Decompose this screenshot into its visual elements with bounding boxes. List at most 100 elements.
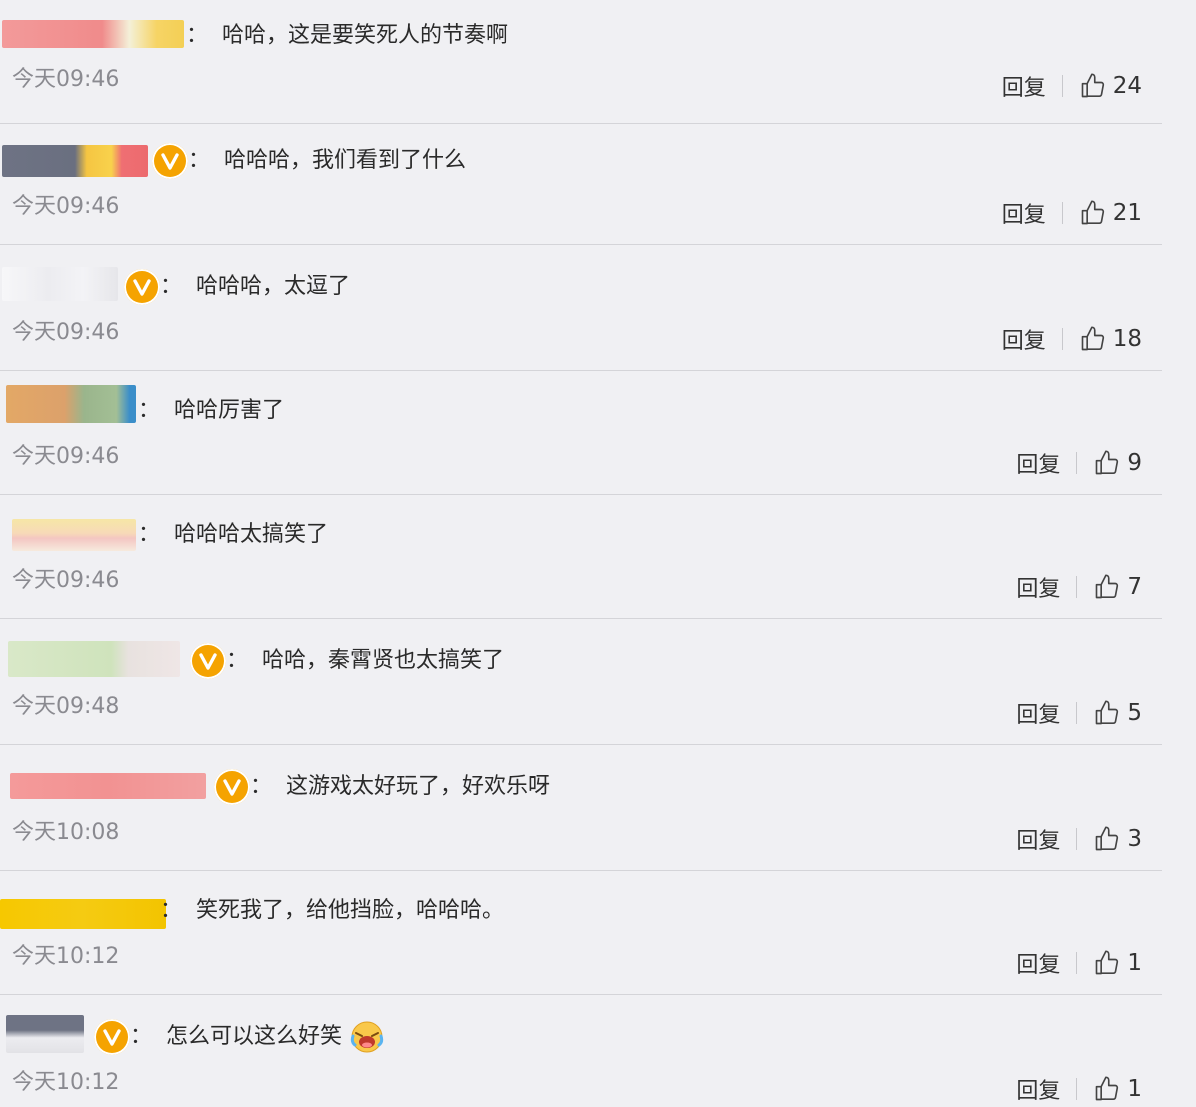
comment-separator: ： [188, 148, 211, 173]
reply-button[interactable]: 回复 [1016, 1073, 1060, 1105]
comment-item: ： 哈哈哈，我们看到了什么 今天09:46 回复 21 [0, 119, 1162, 245]
comment-separator: ： [226, 648, 249, 673]
thumbs-up-icon [1096, 450, 1119, 475]
reply-button[interactable]: 回复 [1016, 447, 1060, 479]
action-divider [1076, 828, 1078, 850]
comment-timestamp: 今天09:46 [12, 444, 120, 469]
comment-item: ： 哈哈哈太搞笑了 今天09:46 回复 7 [0, 495, 1162, 619]
comment-text: 笑死我了，给他挡脸，哈哈哈。 [196, 898, 505, 923]
comment-feed: ： 哈哈，这是要笑死人的节奏啊 今天09:46 回复 24 ： 哈哈哈，我们看到了什… [0, 0, 1196, 1104]
username-censored[interactable] [6, 385, 136, 423]
comment-item: ： 这游戏太好玩了，好欢乐呀 今天10:08 回复 3 [0, 745, 1162, 871]
like-count: 5 [1127, 700, 1142, 726]
reply-button[interactable]: 回复 [1016, 571, 1060, 603]
comment-timestamp: 今天09:46 [12, 194, 120, 219]
thumbs-up-icon [1096, 700, 1119, 725]
comment-body: ： 哈哈厉害了 [138, 393, 284, 429]
comment-body: ： 哈哈，这是要笑死人的节奏啊 [186, 18, 508, 54]
reply-button[interactable]: 回复 [1002, 323, 1046, 355]
comment-body: ： 哈哈哈太搞笑了 [138, 517, 328, 553]
like-button[interactable]: 9 [1093, 449, 1142, 477]
username-censored[interactable] [10, 773, 206, 799]
comment-actions: 回复 24 [1002, 68, 1142, 104]
like-count: 7 [1127, 574, 1142, 600]
comment-body: ： 哈哈，秦霄贤也太搞笑了 [226, 643, 504, 679]
like-button[interactable]: 1 [1093, 949, 1142, 977]
reply-button[interactable]: 回复 [1016, 947, 1060, 979]
thumbs-up-icon [1096, 574, 1119, 599]
comment-timestamp: 今天09:46 [12, 320, 120, 345]
comment-item: ： 哈哈，秦霄贤也太搞笑了 今天09:48 回复 5 [0, 619, 1162, 745]
comment-timestamp: 今天10:12 [12, 944, 120, 969]
comment-separator: ： [138, 398, 161, 423]
username-censored[interactable] [2, 267, 118, 301]
comment-separator: ： [130, 1024, 153, 1049]
comment-timestamp: 今天09:48 [12, 694, 120, 719]
comment-text: 哈哈哈，太逗了 [196, 274, 351, 299]
reply-button[interactable]: 回复 [1016, 823, 1060, 855]
comment-body: ： 怎么可以这么好笑 [130, 1019, 384, 1055]
comment-separator: ： [160, 898, 183, 923]
comment-item: ： 怎么可以这么好笑 今天10:12 回复 1 [0, 995, 1162, 1104]
comment-actions: 回复 21 [1002, 195, 1142, 231]
like-count: 9 [1127, 450, 1142, 476]
thumbs-up-icon [1081, 326, 1104, 351]
like-count: 1 [1127, 1076, 1142, 1102]
comment-text: 怎么可以这么好笑 [166, 1024, 343, 1049]
username-censored[interactable] [8, 641, 180, 677]
comment-actions: 回复 1 [1016, 945, 1142, 981]
like-count: 18 [1112, 326, 1142, 352]
comment-item: ： 哈哈哈，太逗了 今天09:46 回复 18 [0, 245, 1162, 371]
comment-actions: 回复 5 [1016, 695, 1142, 731]
username-censored[interactable] [2, 145, 148, 177]
comment-item: ： 哈哈厉害了 今天09:46 回复 9 [0, 371, 1162, 495]
reply-button[interactable]: 回复 [1002, 70, 1046, 102]
comment-actions: 回复 3 [1016, 821, 1142, 857]
comment-text: 哈哈厉害了 [174, 398, 285, 423]
like-button[interactable]: 7 [1093, 573, 1142, 601]
comment-actions: 回复 7 [1016, 569, 1142, 605]
username-censored[interactable] [2, 20, 184, 48]
like-button[interactable]: 3 [1093, 825, 1142, 853]
comment-separator: ： [250, 774, 273, 799]
action-divider [1076, 576, 1078, 598]
reply-button[interactable]: 回复 [1016, 697, 1060, 729]
like-button[interactable]: 1 [1093, 1075, 1142, 1103]
comment-timestamp: 今天10:12 [12, 1070, 120, 1095]
comment-separator: ： [138, 522, 161, 547]
like-count: 3 [1127, 826, 1142, 852]
like-button[interactable]: 5 [1093, 699, 1142, 727]
comment-timestamp: 今天09:46 [12, 67, 120, 92]
comment-timestamp: 今天10:08 [12, 820, 120, 845]
laughing-crying-emoji-icon [350, 1021, 384, 1053]
action-divider [1061, 75, 1063, 97]
vip-badge-icon [190, 643, 226, 679]
comment-actions: 回复 1 [1016, 1071, 1142, 1107]
like-button[interactable]: 18 [1079, 325, 1142, 353]
comment-text: 哈哈，这是要笑死人的节奏啊 [222, 23, 509, 48]
comment-item: ： 笑死我了，给他挡脸，哈哈哈。 今天10:12 回复 1 [0, 871, 1162, 995]
comment-separator: ： [160, 274, 183, 299]
vip-badge-icon [214, 769, 250, 805]
like-button[interactable]: 21 [1079, 199, 1142, 227]
thumbs-up-icon [1081, 73, 1104, 98]
vip-badge-icon [94, 1019, 130, 1055]
thumbs-up-icon [1096, 1076, 1119, 1101]
reply-button[interactable]: 回复 [1002, 197, 1046, 229]
like-count: 1 [1127, 950, 1142, 976]
comment-separator: ： [186, 23, 209, 48]
comment-timestamp: 今天09:46 [12, 568, 120, 593]
comment-body: ： 笑死我了，给他挡脸，哈哈哈。 [160, 893, 504, 929]
comment-body: ： 哈哈哈，我们看到了什么 [188, 143, 466, 179]
vip-badge-icon [152, 143, 188, 179]
username-censored[interactable] [6, 1015, 84, 1053]
comment-body: ： 这游戏太好玩了，好欢乐呀 [250, 769, 550, 805]
action-divider [1076, 452, 1078, 474]
thumbs-up-icon [1081, 200, 1104, 225]
username-censored[interactable] [0, 899, 166, 929]
comment-item: ： 哈哈，这是要笑死人的节奏啊 今天09:46 回复 24 [0, 0, 1162, 124]
comment-actions: 回复 9 [1016, 445, 1142, 481]
like-count: 21 [1112, 200, 1142, 226]
like-button[interactable]: 24 [1079, 72, 1142, 100]
username-censored[interactable] [12, 519, 136, 551]
